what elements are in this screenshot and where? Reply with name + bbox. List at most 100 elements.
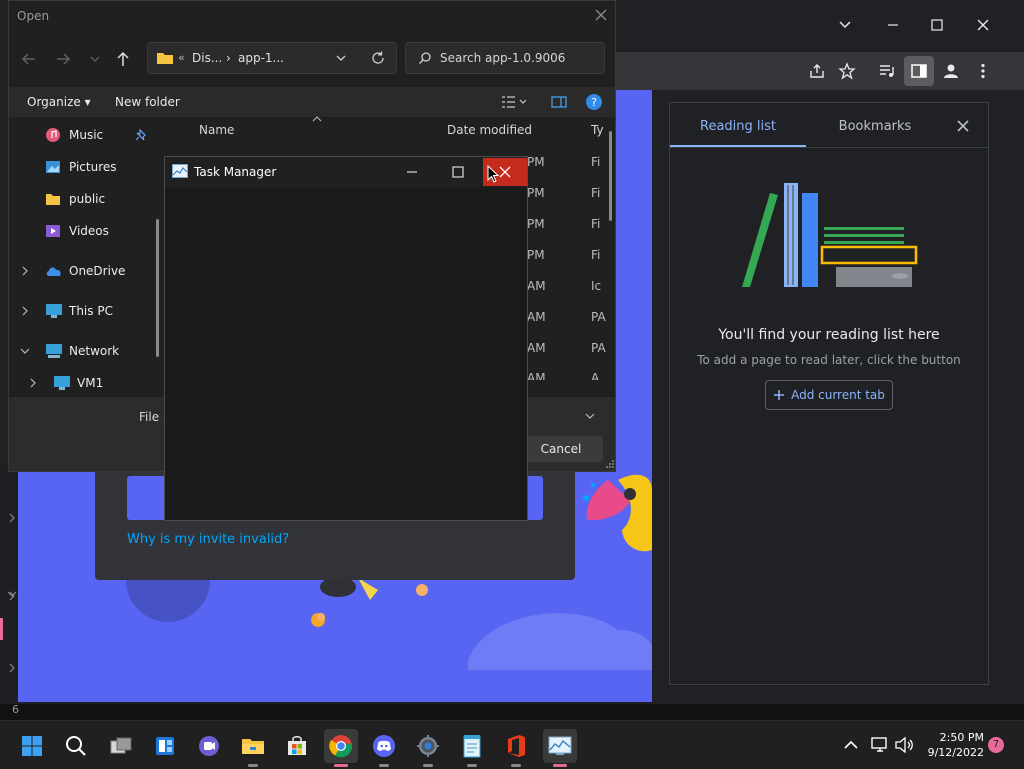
minimize-icon[interactable] [403,164,421,180]
bookmark-star-icon[interactable] [832,56,862,86]
column-name[interactable]: Name [199,123,234,137]
office-taskbar-button[interactable] [499,729,533,767]
task-view-button[interactable] [104,729,138,763]
refresh-icon[interactable] [370,50,386,66]
resize-grip-icon[interactable] [605,459,615,469]
chevron-right-icon[interactable] [19,305,31,317]
nav-scrollbar[interactable] [156,219,159,357]
file-type-dropdown-icon[interactable] [583,409,597,423]
file-list-scrollbar[interactable] [609,131,612,221]
task-manager-titlebar[interactable]: Task Manager [165,157,527,187]
folder-icon [46,194,60,205]
address-bar[interactable]: « Dis... › app-1... [147,42,397,74]
nav-item-music[interactable]: Music [45,121,195,149]
nav-item-this-pc[interactable]: This PC [19,297,169,325]
tab-bookmarks[interactable]: Bookmarks [810,103,940,147]
add-current-tab-button[interactable]: Add current tab [765,380,893,410]
file-row-time: PM [527,155,545,169]
media-control-icon[interactable] [872,56,902,86]
organize-menu[interactable]: Organize ▾ [27,95,91,109]
nav-item-onedrive[interactable]: OneDrive [19,257,169,285]
search-taskbar-button[interactable] [59,729,93,763]
file-row-time: AM [527,279,546,293]
back-arrow-icon[interactable] [19,49,39,69]
up-arrow-icon[interactable] [113,49,133,69]
chrome-icon [329,735,353,758]
more-menu-icon[interactable] [968,56,998,86]
notepad-taskbar-button[interactable] [455,729,489,767]
address-overflow-icon[interactable]: « [178,51,185,64]
clock-date[interactable]: 9/12/2022 [918,746,984,759]
add-current-tab-label: Add current tab [791,388,885,402]
task-manager-icon [548,736,572,755]
invite-invalid-link[interactable]: Why is my invite invalid? [127,532,289,547]
chrome-taskbar-button[interactable] [324,729,358,767]
nav-label: Music [69,128,104,142]
clock-time[interactable]: 2:50 PM [926,731,984,744]
maximize-icon[interactable] [449,164,467,180]
network-tray-icon[interactable] [870,735,890,755]
file-explorer-button[interactable] [236,729,270,767]
file-row-type: A [591,371,600,380]
minimize-button[interactable] [880,12,906,38]
pictures-icon [46,161,60,173]
tab-reading-list[interactable]: Reading list [670,103,806,147]
profile-icon[interactable] [936,56,966,86]
search-icon [66,736,86,756]
network-icon [46,344,62,358]
breadcrumb-segment[interactable]: app-1... [238,51,284,65]
file-row-type: PA [591,341,606,355]
music-icon [46,128,60,142]
search-icon [419,52,431,64]
pin-icon[interactable] [135,128,149,142]
notepad-icon [463,735,481,758]
start-button[interactable] [15,729,49,763]
show-hidden-icons-chevron-icon[interactable] [842,737,860,753]
task-manager-app-icon [172,164,188,178]
cancel-button[interactable]: Cancel [519,436,603,462]
help-icon[interactable]: ? [585,93,603,111]
tab-search-chevron-icon[interactable] [832,12,858,38]
volume-icon[interactable] [894,735,914,755]
column-date-modified[interactable]: Date modified [447,123,532,137]
side-panel-icon[interactable] [904,56,934,86]
preview-pane-icon[interactable] [551,94,567,110]
plus-icon [774,390,785,400]
teams-chat-button[interactable] [192,729,226,763]
nav-label: public [69,192,106,206]
windows-logo-icon [22,736,42,756]
close-window-button[interactable] [970,12,996,38]
task-manager-title: Task Manager [194,165,277,179]
forward-arrow-icon[interactable] [53,49,73,69]
view-options-icon[interactable] [501,94,531,110]
nav-item-network[interactable]: Network [19,337,169,365]
dialog-close-icon[interactable] [593,7,609,23]
breadcrumb-segment[interactable]: Dis... [192,51,222,65]
new-folder-button[interactable]: New folder [115,95,180,109]
close-panel-icon[interactable] [954,117,972,135]
file-explorer-icon [242,739,264,754]
widgets-button[interactable] [148,729,182,763]
chrome-toolbar [616,52,1024,90]
reading-list-subtext: To add a page to read later, click the b… [697,353,961,367]
chevron-right-icon[interactable] [27,377,39,389]
search-box[interactable]: Search app-1.0.9006 [405,42,605,74]
file-row-type: PA [591,310,606,324]
notification-badge[interactable]: 7 [988,737,1004,753]
address-dropdown-icon[interactable] [334,51,348,65]
nav-item-vm1[interactable]: VM1 [27,369,177,397]
share-icon[interactable] [802,56,832,86]
sort-up-icon [311,115,323,123]
recent-chevron-icon[interactable] [87,51,103,67]
task-view-icon [110,737,132,754]
taskbar: 2:50 PM 9/12/2022 7 [0,720,1024,769]
microsoft-store-button[interactable] [280,729,314,763]
chevron-right-icon[interactable] [19,265,31,277]
task-manager-taskbar-button[interactable] [543,729,577,767]
maximize-button[interactable] [924,12,950,38]
column-type[interactable]: Ty [591,123,604,137]
chevron-down-icon[interactable] [19,345,31,357]
settings-taskbar-button[interactable] [411,729,445,767]
discord-taskbar-button[interactable] [367,729,401,767]
breadcrumb-separator-icon: › [226,51,231,65]
